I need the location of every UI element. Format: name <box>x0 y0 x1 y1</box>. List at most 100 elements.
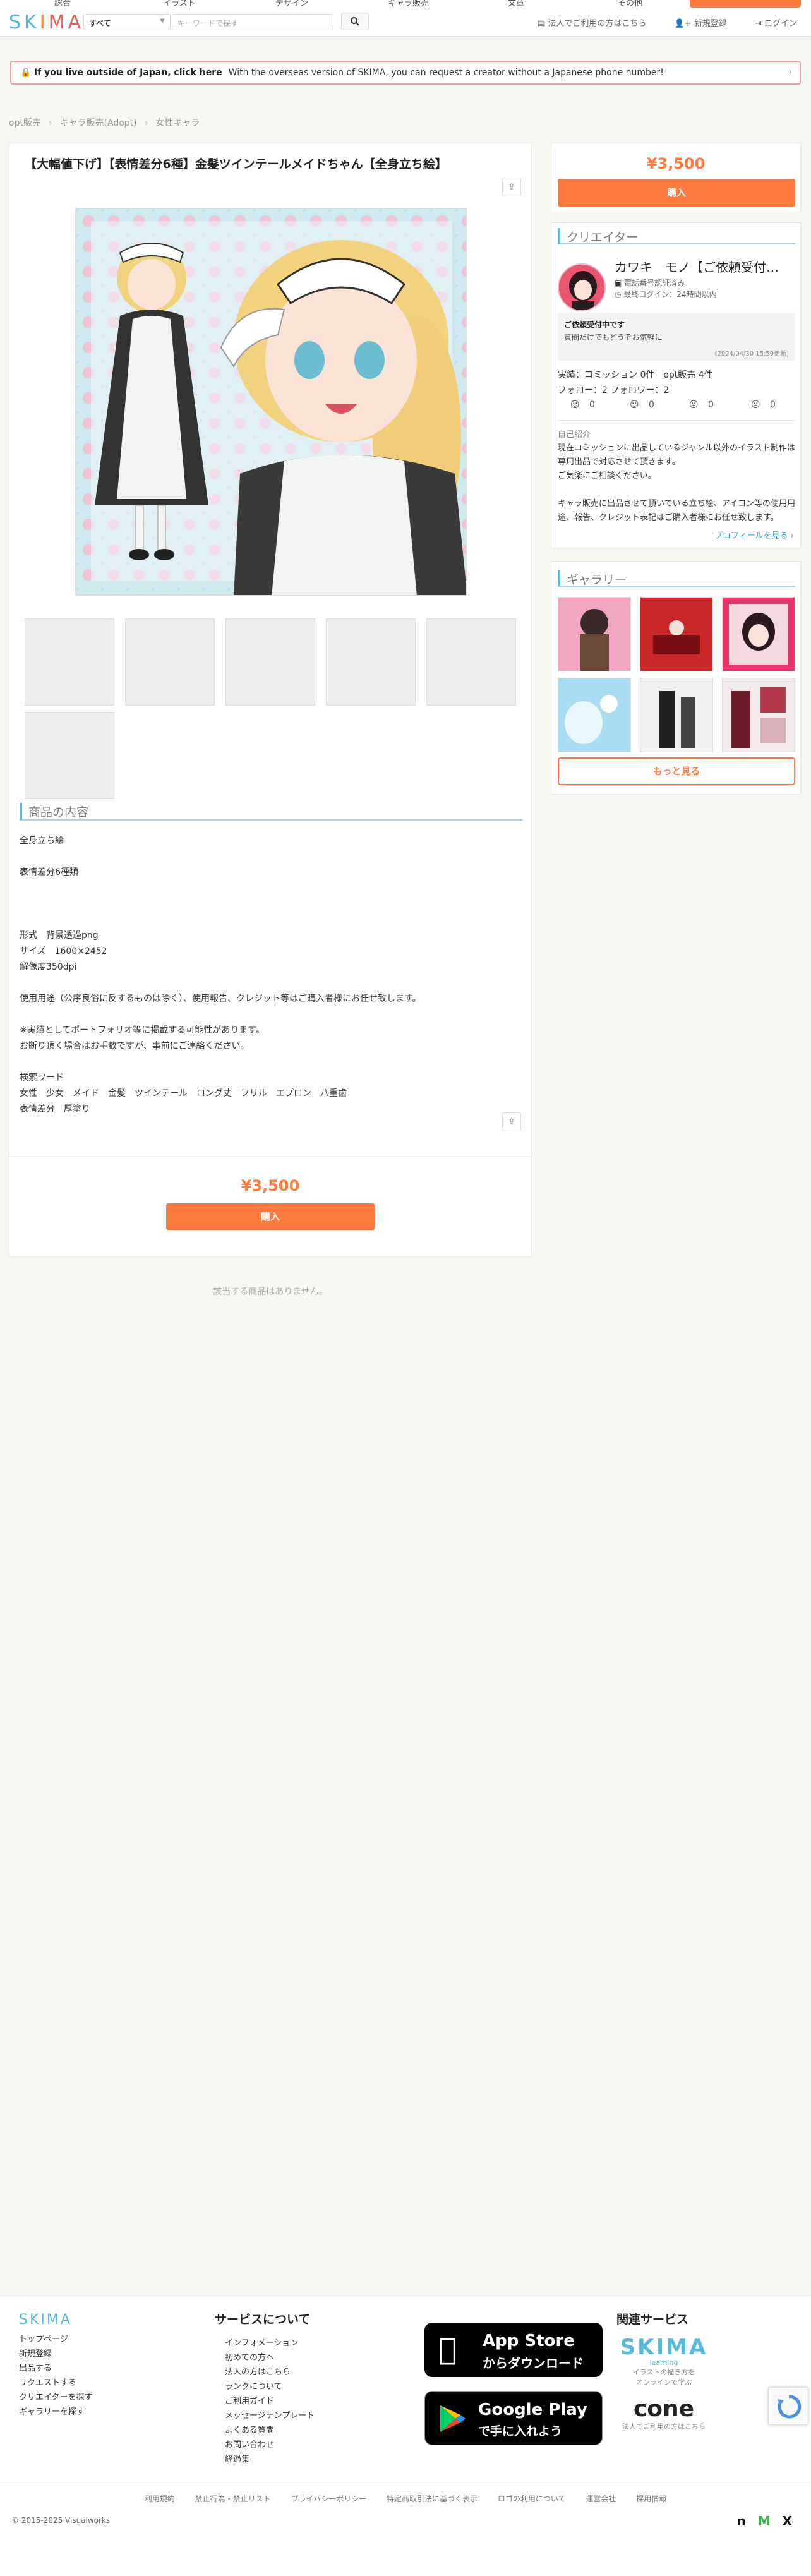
search-button[interactable] <box>341 13 369 30</box>
x-icon[interactable]: X <box>783 2513 792 2529</box>
top-nav-item[interactable]: キャラ販売 <box>388 0 429 8</box>
top-nav-item[interactable]: 総合 <box>54 0 71 8</box>
thumbnail-image[interactable] <box>125 618 215 706</box>
breadcrumb-item[interactable]: 女性キャラ <box>155 118 200 128</box>
top-nav-item[interactable]: デザイン <box>275 0 308 8</box>
intro-line: キャラ販売に出品させて頂いている立ち絵、アイコン等の使用用途、報告、クレジット表… <box>558 499 795 522</box>
more-gallery-button[interactable]: もっと見る <box>558 757 795 785</box>
product-description: 全身立ち絵 表情差分6種類 形式 背景透過png サイズ 1600×2452 解… <box>20 833 522 1117</box>
thumbnail-image[interactable] <box>426 618 516 706</box>
chevron-down-icon: ▼ <box>160 18 165 25</box>
footer-link[interactable]: メッセージテンプレート <box>215 2409 315 2423</box>
footer-link[interactable]: ランクについて <box>215 2380 315 2394</box>
product-main-image[interactable] <box>75 208 467 596</box>
learning-sub: learning <box>649 2359 678 2367</box>
category-select[interactable]: すべて ▼ <box>83 14 171 30</box>
cone-link[interactable]: cone 法人でご利用の方はこちら <box>616 2397 711 2432</box>
avatar[interactable] <box>558 263 606 311</box>
gallery-thumb <box>558 678 630 752</box>
corporate-link[interactable]: ▤ 法人でご利用の方はこちら <box>525 19 646 28</box>
login-link[interactable]: ⇥ ログイン <box>742 19 797 28</box>
google-play-button[interactable]: Google Play で手に入れよう <box>424 2391 603 2445</box>
thumbnail-image[interactable] <box>225 618 315 706</box>
phone-verified-label: 電話番号認証済み <box>624 279 685 287</box>
learning-desc: オンラインで学ぶ <box>636 2378 692 2386</box>
skima-learning-link[interactable]: SKIMA learning イラストの描き方を オンラインで学ぶ <box>616 2336 711 2388</box>
document-icon: ▤ <box>538 19 548 28</box>
footer-link[interactable]: インフォメーション <box>215 2336 315 2350</box>
status-date: (2024/04/30 15:59更新) <box>714 351 789 358</box>
header-action-button[interactable] <box>690 0 801 8</box>
register-link[interactable]: 👤+ 新規登録 <box>662 19 727 28</box>
gallery-image[interactable] <box>722 678 795 752</box>
sidebar-buy-button[interactable]: 購入 <box>558 179 795 207</box>
top-nav-item[interactable]: イラスト <box>163 0 196 8</box>
thumbnail-image[interactable] <box>25 618 114 706</box>
footer-link[interactable]: 出品する <box>19 2361 92 2376</box>
legal-link[interactable]: 利用規約 <box>145 2495 175 2503</box>
overseas-notice[interactable]: 🔒 If you live outside of Japan, click he… <box>10 61 801 85</box>
gallery-image[interactable] <box>640 678 713 752</box>
breadcrumb-item[interactable]: opt販売 <box>9 118 41 128</box>
footer-link[interactable]: よくある質問 <box>215 2423 315 2438</box>
status-body: 質問だけでもどうぞお気軽に <box>564 333 663 342</box>
footer-link[interactable]: トップページ <box>19 2332 92 2347</box>
app-store-line2: からダウンロード <box>483 2356 584 2371</box>
skima-logo[interactable]: SKIMA <box>9 11 84 33</box>
learning-logo: SKIMA <box>620 2335 708 2360</box>
buy-button[interactable]: 購入 <box>166 1203 375 1230</box>
creator-name[interactable]: カワキ モノ【ご依頼受付… <box>615 257 795 275</box>
legal-link[interactable]: 禁止行為・禁止リスト <box>195 2495 271 2503</box>
footer-link[interactable]: ギャラリーを探す <box>19 2405 92 2419</box>
thumbnail-image[interactable] <box>326 618 416 706</box>
last-login: ◷ 最終ログイン：24時間以内 <box>615 289 717 299</box>
header-links: ▤ 法人でご利用の方はこちら 👤+ 新規登録 ⇥ ログイン <box>512 16 797 28</box>
profile-link[interactable]: プロフィールを見る › <box>714 529 794 541</box>
top-nav-item[interactable]: その他 <box>618 0 642 8</box>
legal-link[interactable]: 特定商取引法に基づく表示 <box>387 2495 478 2503</box>
gallery-image[interactable] <box>558 678 631 752</box>
footer-link[interactable]: 経過集 <box>215 2452 315 2467</box>
legal-link[interactable]: プライバシーポリシー <box>291 2495 366 2503</box>
notice-title: If you live outside of Japan, click here <box>33 68 222 78</box>
status-title: ご依頼受付中です <box>564 320 625 329</box>
footer-services: サービスについて インフォメーション 初めての方へ 法人の方はこちら ランクにつ… <box>215 2313 315 2467</box>
rating-good-icon: ☺ <box>630 400 639 410</box>
share-button[interactable]: ⇪ <box>502 178 521 196</box>
breadcrumb-separator: › <box>48 118 52 128</box>
medibang-icon[interactable]: M <box>758 2513 771 2529</box>
rating-row: ☺ 0 ☺ 0 ☹ 0 ☹ 0 <box>558 400 795 415</box>
footer-link[interactable]: 法人の方はこちら <box>215 2365 315 2380</box>
footer-link[interactable]: ご利用ガイド <box>215 2394 315 2409</box>
gallery-image[interactable] <box>640 597 713 671</box>
description-line: お断り頂く場合はお手数ですが、事前にご連絡ください。 <box>20 1041 249 1051</box>
recaptcha-badge[interactable] <box>768 2387 808 2425</box>
top-nav-item[interactable]: 文章 <box>508 0 524 8</box>
app-store-line1: App Store <box>483 2332 575 2350</box>
footer-logo[interactable]: SKIMA <box>19 2313 92 2327</box>
google-play-line1: Google Play <box>478 2400 587 2419</box>
gallery-image[interactable] <box>558 597 631 671</box>
footer-link[interactable]: お問い合わせ <box>215 2438 315 2452</box>
note-icon[interactable]: n <box>736 2513 745 2529</box>
register-link-label: 新規登録 <box>694 19 727 28</box>
app-store-button[interactable]:  App Store からダウンロード <box>424 2323 603 2377</box>
gallery-image[interactable] <box>722 597 795 671</box>
google-play-icon <box>440 2405 466 2432</box>
breadcrumb-item[interactable]: キャラ販売(Adopt) <box>60 118 137 128</box>
legal-link[interactable]: 採用情報 <box>636 2495 666 2503</box>
intro-label: 自己紹介 <box>558 430 591 440</box>
legal-link[interactable]: ロゴの利用について <box>498 2495 566 2503</box>
login-link-label: ログイン <box>764 19 797 28</box>
footer-link[interactable]: 初めての方へ <box>215 2350 315 2365</box>
follow-stats[interactable]: フォロー：2 フォロワー：2 <box>558 383 669 396</box>
legal-link[interactable]: 運営会社 <box>586 2495 616 2503</box>
thumbnail-image[interactable] <box>25 712 114 799</box>
description-line <box>20 975 522 991</box>
search-input[interactable]: キーワードで探す <box>172 14 333 30</box>
footer-link[interactable]: 新規登録 <box>19 2347 92 2361</box>
rating-bad-count: 0 <box>770 400 776 410</box>
share-button-bottom[interactable]: ⇪ <box>502 1112 521 1131</box>
footer-link[interactable]: リクエストする <box>19 2376 92 2390</box>
footer-link[interactable]: クリエイターを探す <box>19 2390 92 2405</box>
